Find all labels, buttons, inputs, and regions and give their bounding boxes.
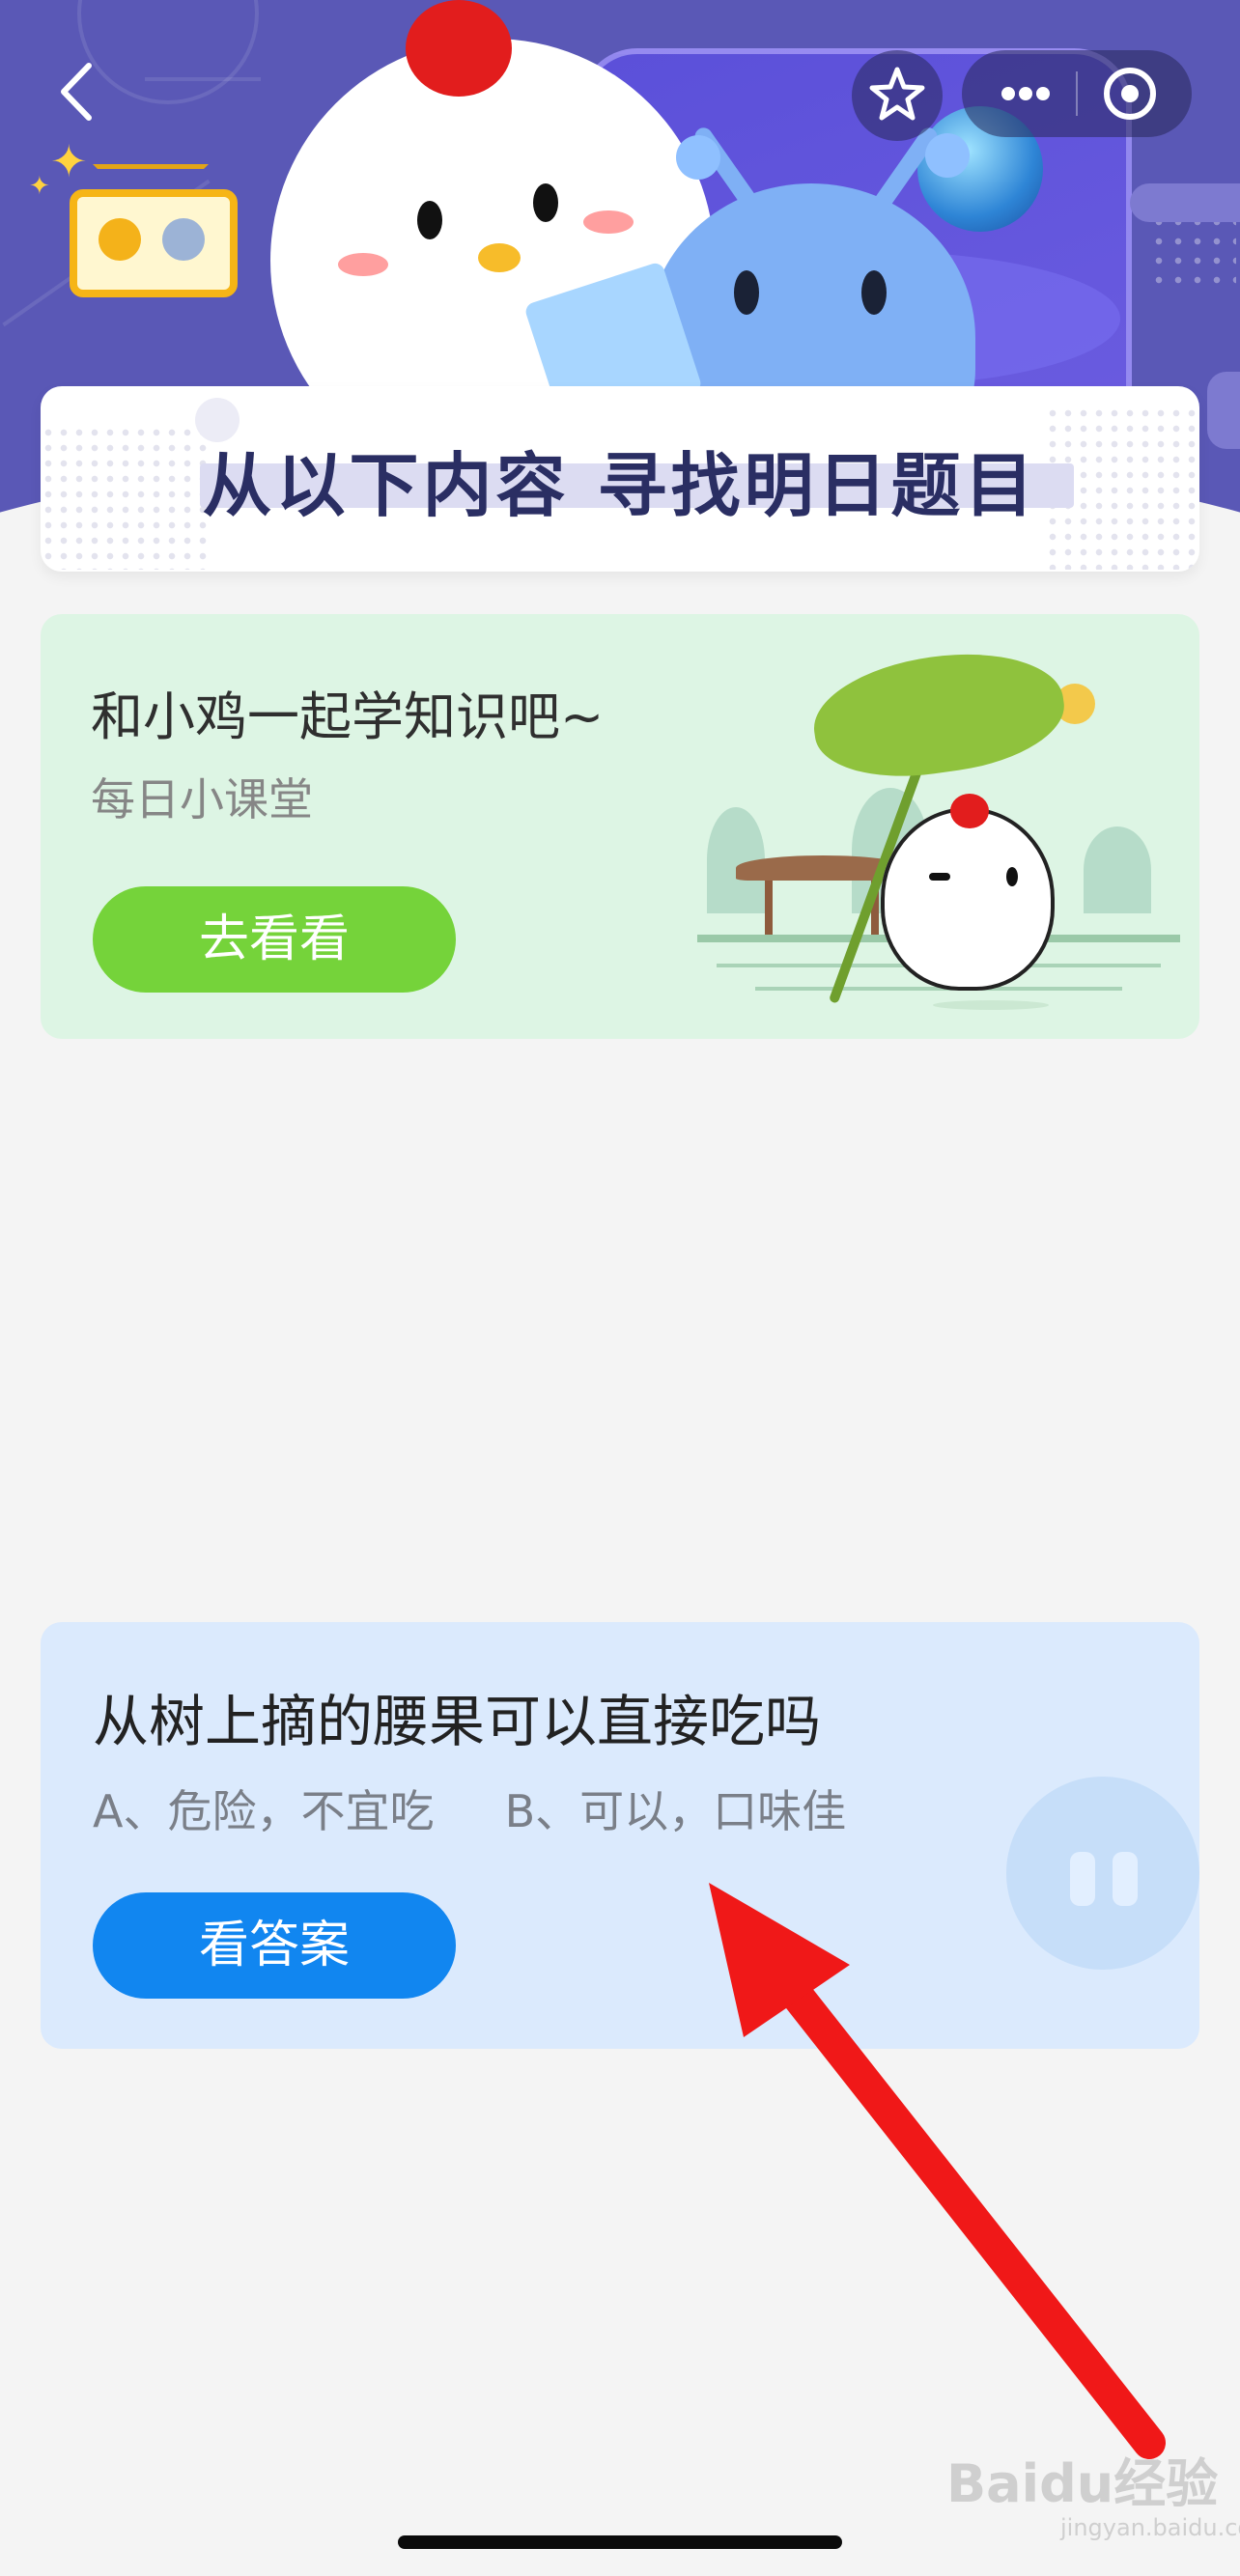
alien-antenna-tip	[676, 135, 720, 180]
option-b: B、可以，口味佳	[504, 1785, 847, 1837]
decor-dots	[1149, 212, 1236, 290]
silver-medal-icon	[162, 218, 205, 261]
shadow	[933, 1000, 1049, 1010]
more-button[interactable]	[979, 50, 1072, 137]
learn-card: 和小鸡一起学知识吧~ 每日小课堂 去看看	[41, 614, 1199, 1039]
alien-eye	[861, 270, 887, 315]
sparkle-icon: ✦	[29, 172, 50, 201]
pavilion-pillar	[765, 881, 773, 935]
learn-card-title: 和小鸡一起学知识吧~	[91, 686, 605, 747]
badge-board	[70, 189, 238, 297]
go-see-button[interactable]: 去看看	[93, 886, 456, 993]
capsule-divider	[1076, 71, 1078, 116]
alien-eye	[734, 270, 759, 315]
chicken-eye	[533, 183, 558, 222]
chicken-eye	[417, 201, 442, 239]
page-title: 从以下内容 寻找明日题目	[202, 445, 1038, 526]
decor-tab	[1130, 183, 1240, 222]
learn-card-subtitle: 每日小课堂	[91, 773, 313, 826]
decor-line	[145, 77, 261, 81]
mini-chicken-wink	[929, 873, 950, 881]
chicken-cheek	[338, 253, 388, 276]
sparkle-icon: ✦	[50, 135, 88, 187]
mini-chicken-mascot	[881, 807, 1055, 991]
back-button[interactable]	[48, 58, 106, 126]
watermark-logo: Baidu经验	[946, 2453, 1219, 2514]
chevron-left-icon	[61, 63, 92, 121]
gold-medal-icon	[99, 218, 141, 261]
target-circle-icon	[1104, 68, 1156, 120]
star-icon	[869, 67, 925, 121]
more-dots-icon	[1001, 87, 1050, 100]
view-answer-button[interactable]: 看答案	[93, 1892, 456, 1999]
mini-chicken-comb	[950, 794, 989, 828]
home-indicator[interactable]	[398, 2535, 842, 2549]
answer-options: A、危险，不宜吃 B、可以，口味佳	[93, 1777, 846, 1840]
close-button[interactable]	[1082, 50, 1178, 137]
chicken-beak	[478, 243, 521, 272]
chicken-comb	[406, 0, 512, 97]
watermark-domain: jingyan.baidu.com	[1060, 2514, 1240, 2541]
mini-chicken-eye	[1006, 867, 1018, 886]
option-a: A、危险，不宜吃	[93, 1785, 435, 1837]
favorite-button[interactable]	[852, 50, 943, 141]
chicken-cheek	[583, 210, 634, 234]
question-text: 从树上摘的腰果可以直接吃吗	[93, 1689, 822, 1754]
red-arrow-annotation	[709, 1883, 1166, 2459]
option-gap	[434, 1785, 504, 1837]
decor-tab	[1207, 372, 1240, 449]
title-banner: 从以下内容 寻找明日题目	[41, 386, 1199, 572]
mountain-shape	[1084, 826, 1151, 913]
